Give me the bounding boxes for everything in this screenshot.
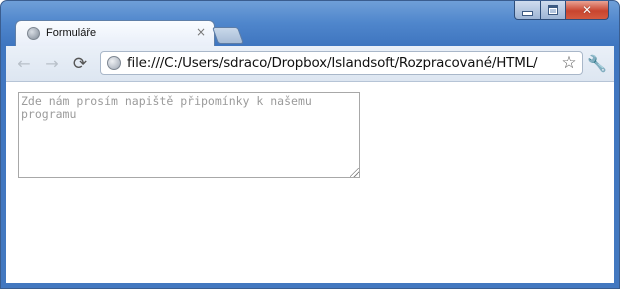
tab-title: Formuláře bbox=[46, 27, 97, 39]
back-button[interactable]: ← bbox=[14, 54, 34, 74]
close-window-button[interactable]: ✕ bbox=[565, 1, 609, 20]
address-bar[interactable]: file:///C:/Users/sdraco/Dropbox/Islandso… bbox=[100, 51, 583, 75]
reload-button[interactable]: ⟳ bbox=[70, 54, 90, 74]
maximize-button[interactable] bbox=[540, 1, 566, 20]
page-icon bbox=[107, 56, 121, 70]
wrench-icon: 🔧 bbox=[587, 54, 607, 73]
minimize-icon bbox=[522, 10, 533, 16]
browser-toolbar: ← → ⟳ file:///C:/Users/sdraco/Dropbox/Is… bbox=[6, 46, 614, 82]
forward-button[interactable]: → bbox=[42, 54, 62, 74]
tab-close-button[interactable]: × bbox=[194, 25, 208, 39]
window-bottom-frame bbox=[1, 283, 619, 288]
page-content bbox=[6, 82, 614, 283]
title-bar: Formuláře × ✕ bbox=[1, 1, 619, 49]
close-icon: ✕ bbox=[581, 3, 593, 17]
globe-icon bbox=[27, 27, 40, 40]
wrench-menu-button[interactable]: 🔧 bbox=[586, 53, 608, 75]
bookmark-star-icon[interactable]: ☆ bbox=[559, 53, 579, 73]
comment-textarea[interactable] bbox=[18, 92, 360, 178]
url-text[interactable]: file:///C:/Users/sdraco/Dropbox/Islandso… bbox=[127, 55, 538, 71]
maximize-icon bbox=[548, 5, 558, 15]
browser-window: Formuláře × ✕ ← → ⟳ file:///C:/Users/sdr… bbox=[0, 0, 620, 289]
minimize-button[interactable] bbox=[514, 1, 541, 20]
tab-formulare[interactable]: Formuláře × bbox=[15, 20, 215, 49]
new-tab-button[interactable] bbox=[211, 27, 245, 44]
